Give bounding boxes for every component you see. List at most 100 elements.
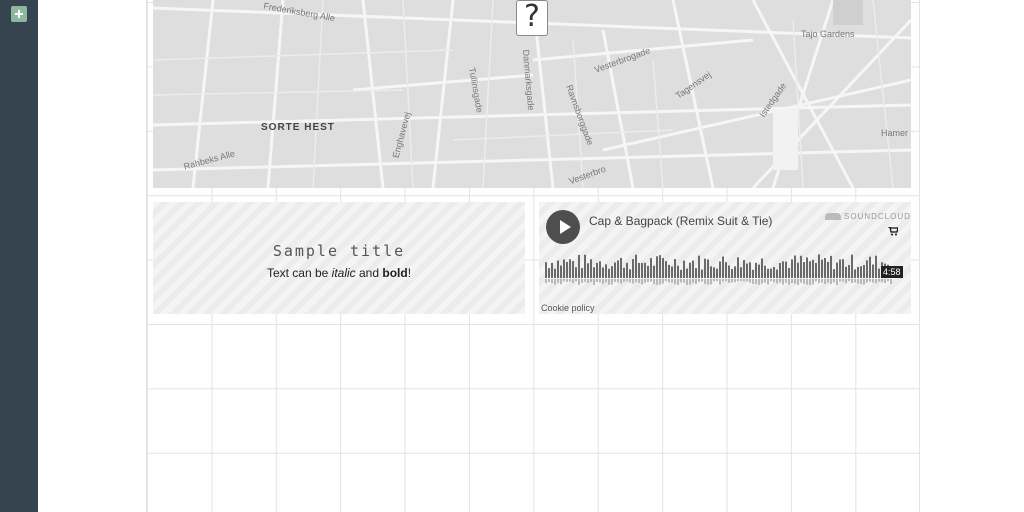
- waveform-reflection: [686, 279, 688, 285]
- waveform-reflection: [587, 279, 589, 284]
- waveform-reflection: [842, 279, 844, 282]
- cookie-policy-link[interactable]: Cookie policy: [541, 303, 595, 313]
- waveform-reflection: [614, 279, 616, 282]
- waveform-reflection: [869, 279, 871, 282]
- waveform-bar: [803, 262, 805, 278]
- waveform-reflection: [626, 279, 628, 282]
- waveform-bar: [596, 262, 598, 278]
- waveform-reflection: [758, 279, 760, 285]
- waveform-reflection: [770, 279, 772, 282]
- waveform-reflection: [722, 279, 724, 282]
- plus-square-icon[interactable]: [11, 6, 27, 22]
- waveform[interactable]: [545, 252, 895, 288]
- play-icon[interactable]: [546, 210, 580, 244]
- waveform-reflection: [662, 279, 664, 284]
- waveform-reflection: [623, 279, 625, 282]
- waveform-reflection: [890, 279, 892, 284]
- waveform-bar: [848, 264, 850, 278]
- waveform-reflection: [590, 279, 592, 283]
- waveform-bar: [698, 255, 700, 278]
- waveform-bar: [833, 269, 835, 278]
- waveform-bar: [557, 260, 559, 278]
- question-mark-icon[interactable]: ?: [516, 0, 548, 36]
- waveform-bar: [692, 260, 694, 278]
- waveform-reflection: [821, 279, 823, 283]
- waveform-reflection: [884, 279, 886, 284]
- waveform-reflection: [803, 279, 805, 284]
- waveform-bar: [608, 268, 610, 278]
- waveform-reflection: [611, 279, 613, 285]
- waveform-reflection: [656, 279, 658, 285]
- waveform-bar: [749, 262, 751, 278]
- waveform-reflection: [683, 279, 685, 283]
- waveform-reflection: [671, 279, 673, 283]
- cart-icon[interactable]: [888, 227, 898, 236]
- body-text: and: [355, 266, 383, 280]
- waveform-reflection: [794, 279, 796, 284]
- body-text: !: [407, 266, 412, 280]
- waveform-bar: [704, 258, 706, 278]
- waveform-bar: [782, 261, 784, 278]
- waveform-bar: [755, 262, 757, 278]
- waveform-reflection: [704, 279, 706, 284]
- waveform-bar: [584, 254, 586, 278]
- waveform-reflection: [620, 279, 622, 284]
- waveform-bar: [695, 267, 697, 278]
- waveform-bar: [635, 254, 637, 278]
- waveform-reflection: [608, 279, 610, 285]
- waveform-bar: [620, 257, 622, 278]
- waveform-reflection: [545, 279, 547, 284]
- waveform-reflection: [740, 279, 742, 282]
- duration: 4:58: [881, 266, 903, 278]
- waveform-bar: [809, 261, 811, 278]
- track-title[interactable]: Cap & Bagpack (Remix Suit & Tie): [589, 214, 772, 228]
- waveform-bar: [740, 267, 742, 278]
- waveform-bar: [764, 265, 766, 278]
- waveform-reflection: [839, 279, 841, 282]
- waveform-reflection: [713, 279, 715, 282]
- waveform-reflection: [596, 279, 598, 282]
- waveform-bar: [653, 265, 655, 278]
- soundcloud-logo[interactable]: SOUNDCLOUD: [825, 212, 911, 221]
- waveform-reflection: [848, 279, 850, 282]
- waveform-bar: [863, 265, 865, 278]
- waveform-bar: [752, 269, 754, 278]
- waveform-bar: [737, 257, 739, 278]
- waveform-reflection: [779, 279, 781, 283]
- waveform-bar: [602, 267, 604, 278]
- waveform-reflection: [818, 279, 820, 284]
- waveform-reflection: [827, 279, 829, 283]
- waveform-bar: [770, 268, 772, 278]
- waveform-bar: [614, 262, 616, 278]
- waveform-reflection: [677, 279, 679, 285]
- waveform-reflection: [749, 279, 751, 283]
- waveform-reflection: [572, 279, 574, 283]
- map-label: Tajo Gardens: [801, 29, 855, 39]
- waveform-reflection: [644, 279, 646, 283]
- waveform-bar: [551, 262, 553, 278]
- waveform-bar: [623, 267, 625, 278]
- waveform-reflection: [548, 279, 550, 282]
- waveform-bar: [761, 258, 763, 278]
- body-bold: bold: [382, 266, 408, 280]
- waveform-reflection: [797, 279, 799, 285]
- waveform-bar: [827, 261, 829, 278]
- waveform-reflection: [857, 279, 859, 284]
- waveform-bar: [566, 262, 568, 278]
- waveform-reflection: [806, 279, 808, 285]
- waveform-bar: [593, 267, 595, 278]
- waveform-bar: [689, 262, 691, 278]
- waveform-bar: [662, 258, 664, 278]
- card-title: Sample title: [272, 242, 406, 260]
- waveform-reflection: [719, 279, 721, 285]
- waveform-bar: [650, 258, 652, 278]
- soundcloud-player: Cap & Bagpack (Remix Suit & Tie) SOUNDCL…: [539, 202, 911, 314]
- waveform-bar: [758, 264, 760, 278]
- waveform-bar: [857, 267, 859, 278]
- waveform-reflection: [638, 279, 640, 283]
- waveform-reflection: [584, 279, 586, 282]
- waveform-bar: [629, 269, 631, 278]
- waveform-bar: [545, 262, 547, 278]
- waveform-reflection: [851, 279, 853, 284]
- waveform-bar: [785, 261, 787, 278]
